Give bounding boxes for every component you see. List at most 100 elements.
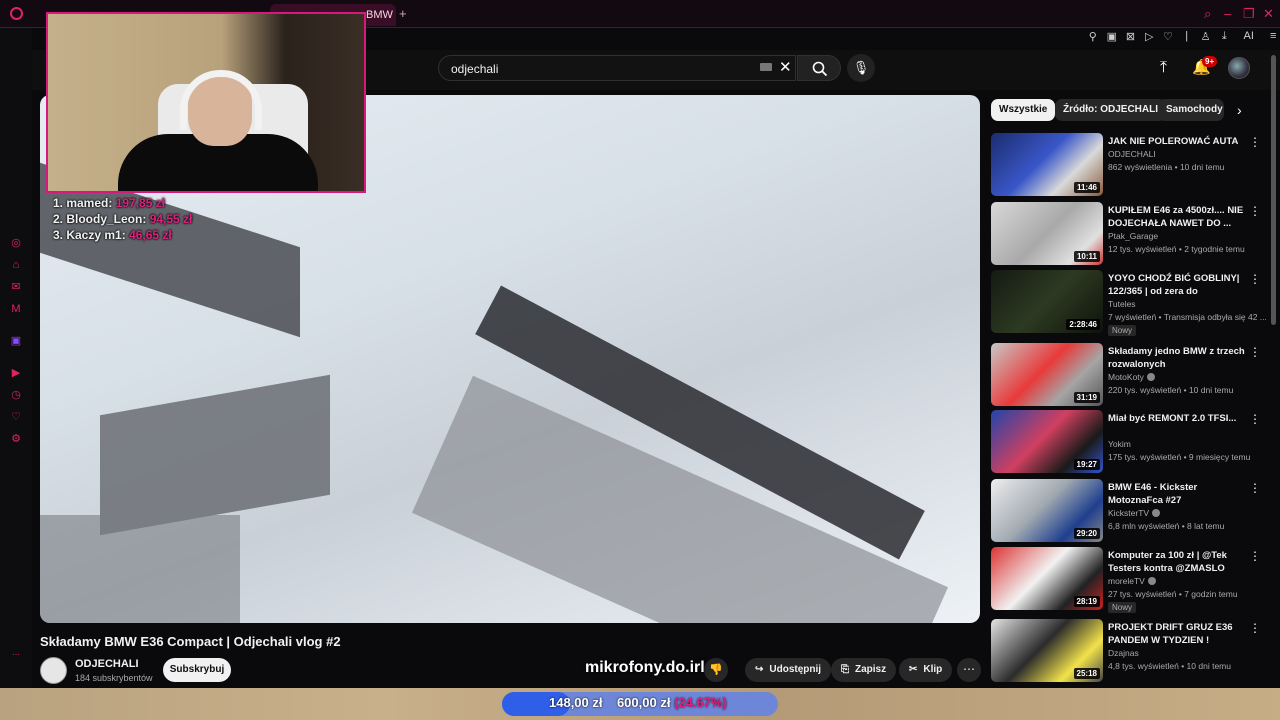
close-window-icon[interactable]: ✕	[1263, 6, 1274, 22]
more-options-icon[interactable]: ⋮	[1249, 204, 1261, 218]
heart-icon[interactable]: ♡	[1163, 30, 1173, 46]
video-thumbnail[interactable]: 25:18	[991, 619, 1103, 682]
new-tab-button[interactable]: +	[399, 6, 407, 21]
recommendation-title[interactable]: Komputer za 100 zł | @Tek Testers kontra…	[1108, 549, 1250, 575]
more-options-icon[interactable]: ⋮	[1249, 621, 1261, 635]
create-upload-icon[interactable]: ⤒	[1160, 59, 1167, 77]
recommendation-channel[interactable]: Yokim	[1108, 439, 1131, 449]
play-icon[interactable]: ▷	[1144, 30, 1154, 46]
dislike-button[interactable]: 👎	[704, 658, 728, 682]
video-thumbnail[interactable]: 10:11	[991, 202, 1103, 265]
more-options-icon[interactable]: ⋮	[1249, 345, 1261, 359]
opera-logo-icon[interactable]	[10, 7, 23, 20]
subscribe-button[interactable]: Subskrybuj	[163, 658, 231, 682]
new-badge: Nowy	[1108, 325, 1137, 336]
recommendation-channel[interactable]: KicksterTV	[1108, 508, 1161, 518]
minimize-icon[interactable]: –	[1224, 6, 1231, 21]
more-options-icon[interactable]: ⋮	[1249, 412, 1261, 426]
search-button[interactable]	[797, 55, 841, 81]
recommendation-channel[interactable]: Ptak_Garage	[1108, 231, 1158, 241]
recommendation-channel[interactable]: Dzajnas	[1108, 648, 1139, 658]
more-actions-button[interactable]: ⋯	[957, 658, 981, 682]
more-options-icon[interactable]: ⋮	[1249, 272, 1261, 286]
clear-search-icon[interactable]: ✕	[779, 58, 792, 76]
video-thumbnail[interactable]: 31:19	[991, 343, 1103, 406]
notifications-badge: 9+	[1202, 56, 1218, 67]
adblock-icon[interactable]: ⊠	[1126, 30, 1136, 46]
video-thumbnail[interactable]: 28:19	[991, 547, 1103, 610]
bookmark-icon: ⎘	[841, 664, 849, 675]
donor-amount: 46,65 zł	[129, 228, 172, 242]
chip-cars[interactable]: Samochody B	[1158, 99, 1224, 121]
music-player-icon[interactable]: ▶	[9, 366, 23, 380]
mail-icon[interactable]: M	[9, 302, 23, 316]
page-scrollbar[interactable]	[1271, 55, 1276, 325]
video-thumbnail[interactable]: 19:27	[991, 410, 1103, 473]
twitch-icon[interactable]: ▣	[9, 334, 23, 348]
chip-source-channel[interactable]: Źródło: ODJECHALI	[1055, 99, 1166, 121]
video-thumbnail[interactable]: 2:28:46	[991, 270, 1103, 333]
chevron-right-icon[interactable]: ›	[1237, 102, 1242, 118]
recommendation-channel[interactable]: ODJECHALI	[1108, 149, 1156, 159]
recommendation-item[interactable]: 11:46 JAK NIE POLEROWAĆ AUTA ODJECHALI 862 …	[991, 133, 1266, 197]
history-icon[interactable]: ◷	[9, 388, 23, 402]
sidebar-more-icon[interactable]: ⋯	[9, 648, 23, 662]
recommendation-meta: 27 tys. wyświetleń • 7 godzin temu	[1108, 589, 1238, 599]
goal-current: 148,00 zł	[549, 695, 603, 710]
video-duration: 25:18	[1073, 668, 1100, 679]
recommendation-item[interactable]: 2:28:46 YOYO CHODŹ BIĆ GOBLINY| 122/365 |…	[991, 270, 1266, 336]
recommendation-meta: 12 tys. wyświetleń • 2 tygodnie temu	[1108, 244, 1245, 254]
share-icon: ↪	[755, 664, 764, 675]
account-avatar[interactable]	[1228, 57, 1250, 79]
pin-icon[interactable]: ⚲	[1088, 30, 1098, 46]
ai-button[interactable]: AI	[1238, 30, 1259, 46]
video-thumbnail[interactable]: 11:46	[991, 133, 1103, 196]
video-thumbnail[interactable]: 29:20	[991, 479, 1103, 542]
recommendation-item[interactable]: 10:11 KUPIŁEM E46 za 4500zł.... NIE DOJEC…	[991, 202, 1266, 266]
share-button[interactable]: ↪ Udostępnij	[745, 658, 832, 682]
more-options-icon[interactable]: ⋮	[1249, 135, 1261, 149]
messenger-icon[interactable]: ✉	[9, 280, 23, 294]
recommendation-title[interactable]: BMW E46 - Kickster MotoznaFca #27	[1108, 481, 1250, 507]
goal-target: 600,00 zł	[616, 695, 671, 710]
verified-check-icon	[1152, 509, 1161, 517]
recommendation-title[interactable]: Miał być REMONT 2.0 TFSI...	[1108, 412, 1250, 425]
search-tabs-icon[interactable]: ⌕	[1204, 6, 1211, 22]
tab-title: BMW	[366, 9, 393, 21]
settings-gear-icon[interactable]: ⚙	[9, 432, 23, 446]
recommendation-title[interactable]: Składamy jedno BMW z trzech rozwalonych	[1108, 345, 1250, 371]
recommendation-item[interactable]: 25:18 PROJEKT DRIFT GRUZ E36 PANDEM W TYD…	[991, 619, 1266, 683]
video-frame-pavement	[100, 374, 330, 536]
keyboard-icon[interactable]	[760, 63, 772, 71]
recommendation-item[interactable]: 31:19 Składamy jedno BMW z trzech rozwalo…	[991, 343, 1266, 407]
download-icon[interactable]: ⤓	[1219, 30, 1229, 46]
recommendation-item[interactable]: 29:20 BMW E46 - Kickster MotoznaFca #27 Ki…	[991, 479, 1266, 543]
recommendation-channel[interactable]: MotoKoty	[1108, 372, 1155, 382]
aria-icon[interactable]: ◎	[9, 236, 23, 250]
recommendation-channel[interactable]: Tuteles	[1108, 299, 1136, 309]
recommendation-title[interactable]: YOYO CHODŹ BIĆ GOBLINY| 122/365 | od zer…	[1108, 272, 1250, 298]
recommendation-item[interactable]: 28:19 Komputer za 100 zł | @Tek Testers k…	[991, 547, 1266, 613]
search-input[interactable]: odjechali	[438, 55, 796, 81]
more-options-icon[interactable]: ⋮	[1249, 481, 1261, 495]
crypto-wallet-icon[interactable]: ⌂	[9, 258, 23, 272]
recommendation-title[interactable]: KUPIŁEM E46 za 4500zł.... NIE DOJECHAŁA …	[1108, 204, 1250, 230]
recommendation-item[interactable]: 19:27 Miał być REMONT 2.0 TFSI... Yokim 175…	[991, 410, 1266, 474]
recommendation-channel[interactable]: moreleTV	[1108, 576, 1156, 586]
recommendation-title[interactable]: JAK NIE POLEROWAĆ AUTA	[1108, 135, 1250, 148]
browser-sidebar: ◎ ⌂ ✉ M ▣ ▶ ◷ ♡ ⚙ ⋯	[0, 28, 32, 688]
channel-label: Tuteles	[1108, 299, 1136, 309]
recommendation-title[interactable]: PROJEKT DRIFT GRUZ E36 PANDEM W TYDZIEN …	[1108, 621, 1250, 647]
bookmarks-icon[interactable]: ♡	[9, 410, 23, 424]
voice-search-mic-icon[interactable]: 🎙	[847, 54, 875, 82]
maximize-icon[interactable]: ❐	[1243, 6, 1255, 22]
menu-icon[interactable]: ≡	[1268, 30, 1278, 46]
snapshot-icon[interactable]: ▣	[1107, 30, 1117, 46]
save-button[interactable]: ⎘ Zapisz	[831, 658, 897, 682]
more-options-icon[interactable]: ⋮	[1249, 549, 1261, 563]
channel-name[interactable]: ODJECHALI	[75, 658, 139, 670]
profile-icon[interactable]: ♙	[1201, 30, 1211, 46]
channel-avatar[interactable]	[40, 657, 67, 684]
chip-all[interactable]: Wszystkie	[991, 99, 1056, 121]
clip-button[interactable]: ✂ Klip	[899, 658, 953, 682]
